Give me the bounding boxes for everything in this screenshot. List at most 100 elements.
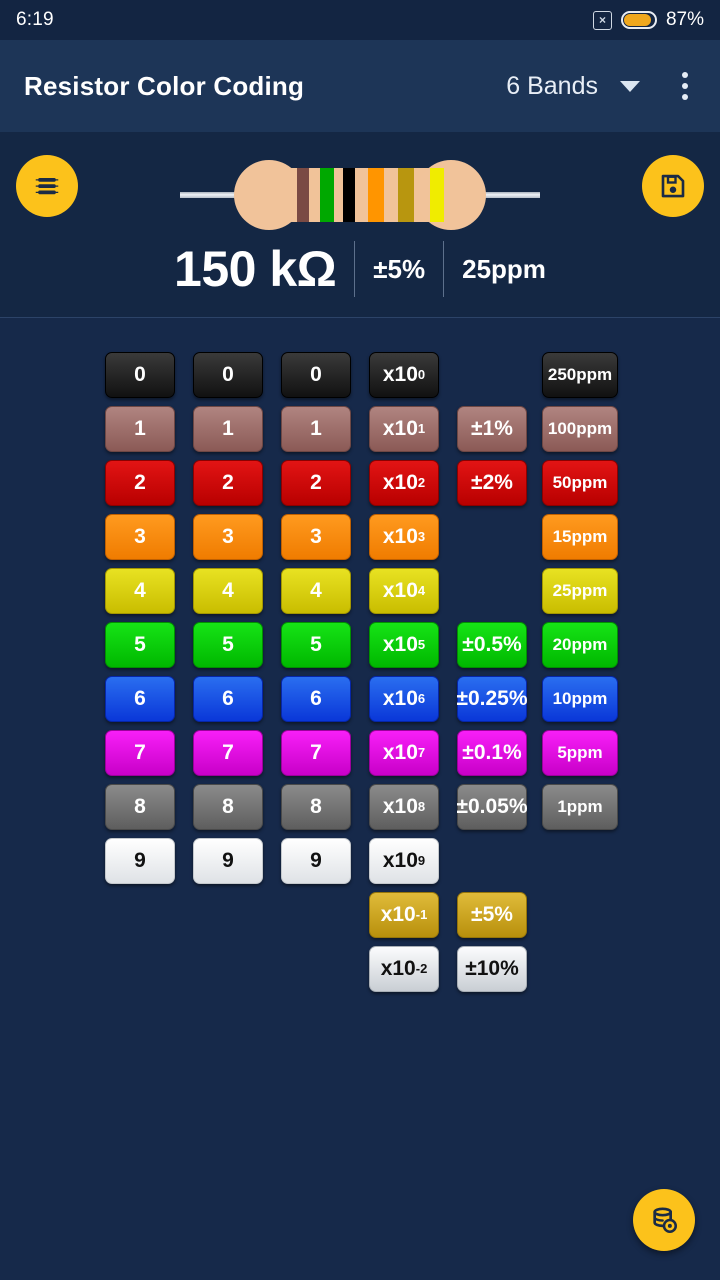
tolerance-silver-button[interactable]: ±10% [457,946,527,992]
digit3-gray-button[interactable]: 8 [281,784,351,830]
status-time: 6:19 [16,9,54,30]
battery-fill [623,14,651,26]
multiplier-black-button[interactable]: x10 0 [369,352,439,398]
digit2-red-button[interactable]: 2 [193,460,263,506]
tolerance-red-button[interactable]: ±2% [457,460,527,506]
tempco-yellow-button[interactable]: 25ppm [542,568,618,614]
digit3-yellow-button[interactable]: 4 [281,568,351,614]
digit1-white-button[interactable]: 9 [105,838,175,884]
digit2-yellow-button[interactable]: 4 [193,568,263,614]
multiplier-orange-button[interactable]: x10 3 [369,514,439,560]
tempco-green-button[interactable]: 20ppm [542,622,618,668]
cell-label: x10 [382,849,418,872]
tolerance-gold-button[interactable]: ±5% [457,892,527,938]
digit1-yellow-button[interactable]: 4 [105,568,175,614]
color-code-grid: 0 0 0 x10 0 250ppm 1 1 1 x10 1 ±1% 100ppm 2 2 2 x10 2 ±2% 5… [0,318,720,1280]
cell-label: ±2% [471,471,513,494]
tolerance-gray-button[interactable]: ±0.05% [456,784,528,830]
digit2-orange-button[interactable]: 3 [193,514,263,560]
digit3-red-button[interactable]: 2 [281,460,351,506]
overflow-dot [682,94,688,100]
digit2-white-button[interactable]: 9 [193,838,263,884]
digit1-green-button[interactable]: 5 [105,622,175,668]
multiplier-red-button[interactable]: x10 2 [369,460,439,506]
overflow-menu-button[interactable] [674,66,696,106]
cell-label: x10 [382,363,418,386]
digit2-blue-button[interactable]: 6 [193,676,263,722]
bands-toggle-button[interactable] [16,155,78,217]
resistor-band-green [320,168,334,222]
page-title: Resistor Color Coding [24,70,305,101]
multiplier-yellow-button[interactable]: x10 4 [369,568,439,614]
tempco-black-button[interactable]: 250ppm [542,352,618,398]
tempco-value: 25ppm [462,253,546,284]
cell-label: ±0.1% [462,741,522,764]
status-indicators: × 87% [592,9,704,31]
multiplier-gray-button[interactable]: x10 8 [369,784,439,830]
digit1-blue-button[interactable]: 6 [105,676,175,722]
cell-label: 9 [310,849,322,872]
cell-label: x10 [380,903,416,926]
cell-label: 5ppm [557,743,603,762]
digit1-black-button[interactable]: 0 [105,352,175,398]
digit1-violet-button[interactable]: 7 [105,730,175,776]
chevron-down-icon [620,80,640,92]
cell-label: 4 [310,579,322,602]
multiplier-brown-button[interactable]: x10 1 [369,406,439,452]
digit2-gray-button[interactable]: 8 [193,784,263,830]
digit3-white-button[interactable]: 9 [281,838,351,884]
tolerance-brown-button[interactable]: ±1% [457,406,527,452]
tolerance-violet-button[interactable]: ±0.1% [457,730,527,776]
tolerance-blue-button[interactable]: ±0.25% [456,676,528,722]
readout-divider [354,241,356,297]
cell-label: 20ppm [552,635,608,654]
tempco-gray-button[interactable]: 1ppm [542,784,618,830]
digit1-red-button[interactable]: 2 [105,460,175,506]
digit1-brown-button[interactable]: 1 [105,406,175,452]
digit3-violet-button[interactable]: 7 [281,730,351,776]
save-resistor-button[interactable] [642,155,704,217]
digit2-green-button[interactable]: 5 [193,622,263,668]
digit3-black-button[interactable]: 0 [281,352,351,398]
resistor-preview-panel: 150 kΩ ±5% 25ppm [0,132,720,318]
multiplier-silver-button[interactable]: x10 -2 [369,946,439,992]
cell-label: ±1% [471,417,513,440]
cell-label: 250ppm [547,365,613,384]
multiplier-blue-button[interactable]: x10 6 [369,676,439,722]
tempco-violet-button[interactable]: 5ppm [542,730,618,776]
cell-label: 1 [222,417,234,440]
tempco-blue-button[interactable]: 10ppm [542,676,618,722]
digit2-violet-button[interactable]: 7 [193,730,263,776]
cell-label: x10 [382,471,418,494]
tempco-red-button[interactable]: 50ppm [542,460,618,506]
tempco-orange-button[interactable]: 15ppm [542,514,618,560]
digit2-brown-button[interactable]: 1 [193,406,263,452]
digit3-green-button[interactable]: 5 [281,622,351,668]
multiplier-gold-button[interactable]: x10 -1 [369,892,439,938]
digit3-orange-button[interactable]: 3 [281,514,351,560]
multiplier-violet-button[interactable]: x10 7 [369,730,439,776]
tolerance-green-button[interactable]: ±0.5% [457,622,527,668]
cell-label: 7 [310,741,322,764]
bands-list-icon [35,178,59,195]
digit2-black-button[interactable]: 0 [193,352,263,398]
cell-label: 3 [222,525,234,548]
digit1-gray-button[interactable]: 8 [105,784,175,830]
cell-label: 0 [310,363,322,386]
cell-label: 9 [222,849,234,872]
tempco-brown-button[interactable]: 100ppm [542,406,618,452]
bands-count-dropdown[interactable]: 6 Bands [506,72,640,101]
resistor-band-yellow [430,168,444,222]
saved-resistors-fab[interactable] [633,1189,695,1251]
cell-label: 25ppm [552,581,608,600]
multiplier-white-button[interactable]: x10 9 [369,838,439,884]
digit3-blue-button[interactable]: 6 [281,676,351,722]
resistor-bulb-right [416,160,486,230]
cell-label: 1 [134,417,146,440]
digit1-orange-button[interactable]: 3 [105,514,175,560]
resistor-band-black [343,168,355,222]
multiplier-green-button[interactable]: x10 5 [369,622,439,668]
cell-label: 0 [222,363,234,386]
digit3-brown-button[interactable]: 1 [281,406,351,452]
cell-label: 4 [134,579,146,602]
